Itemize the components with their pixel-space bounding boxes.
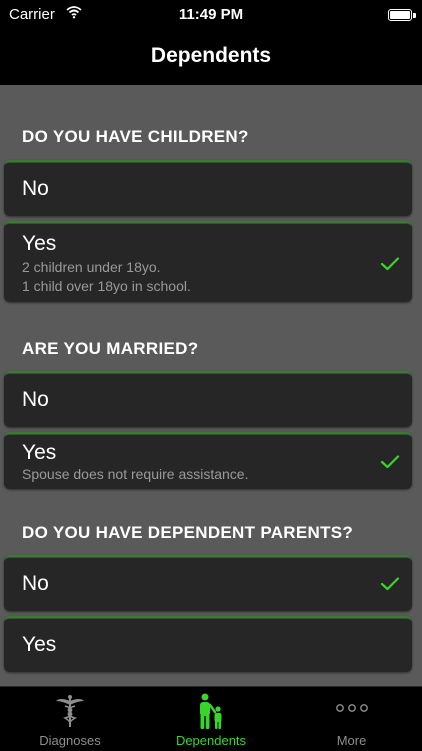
more-dots-icon [335, 704, 368, 712]
children-no-option[interactable]: No [4, 160, 412, 216]
option-label: Yes [22, 441, 57, 464]
option-detail-line: Spouse does not require assistance. [22, 466, 249, 482]
navigation-bar: Dependents [0, 30, 422, 85]
page-title: Dependents [150, 44, 272, 67]
battery-tip [413, 13, 416, 18]
tab-diagnoses[interactable]: Diagnoses [0, 687, 140, 751]
tab-label: More [336, 733, 367, 748]
checkmark-icon [380, 455, 400, 469]
option-detail-line: 1 child over 18yo in school. [22, 278, 191, 294]
parents-yes-option[interactable]: Yes [4, 616, 412, 672]
checkmark-icon [380, 257, 400, 271]
parent-child-icon [200, 693, 222, 729]
children-section-header: DO YOU HAVE CHILDREN? [22, 127, 249, 146]
clock: 11:49 PM [178, 6, 244, 23]
married-yes-option[interactable]: Yes Spouse does not require assistance. [4, 432, 412, 489]
option-label: No [22, 572, 49, 595]
option-label: No [22, 388, 49, 411]
tab-dependents[interactable]: Dependents [141, 687, 281, 751]
caduceus-icon [56, 695, 84, 727]
checkmark-icon [380, 577, 400, 591]
parents-section-header: DO YOU HAVE DEPENDENT PARENTS? [22, 523, 354, 542]
status-bar: Carrier 11:49 PM [0, 0, 422, 30]
battery-icon [388, 9, 412, 21]
tab-label: Diagnoses [39, 733, 101, 748]
option-label: Yes [22, 232, 57, 255]
children-yes-option[interactable]: Yes 2 children under 18yo. 1 child over … [4, 221, 412, 302]
married-no-option[interactable]: No [4, 371, 412, 427]
tab-bar: Diagnoses Dependents More [0, 686, 422, 750]
option-detail-line: 2 children under 18yo. [22, 259, 161, 275]
dependents-form[interactable]: DO YOU HAVE CHILDREN? No Yes 2 children … [0, 85, 422, 686]
option-label: No [22, 177, 49, 200]
married-section-header: ARE YOU MARRIED? [22, 339, 199, 358]
option-label: Yes [22, 633, 57, 656]
parents-no-option[interactable]: No [4, 555, 412, 611]
tab-more[interactable]: More [281, 687, 422, 751]
tab-label: Dependents [175, 733, 247, 748]
